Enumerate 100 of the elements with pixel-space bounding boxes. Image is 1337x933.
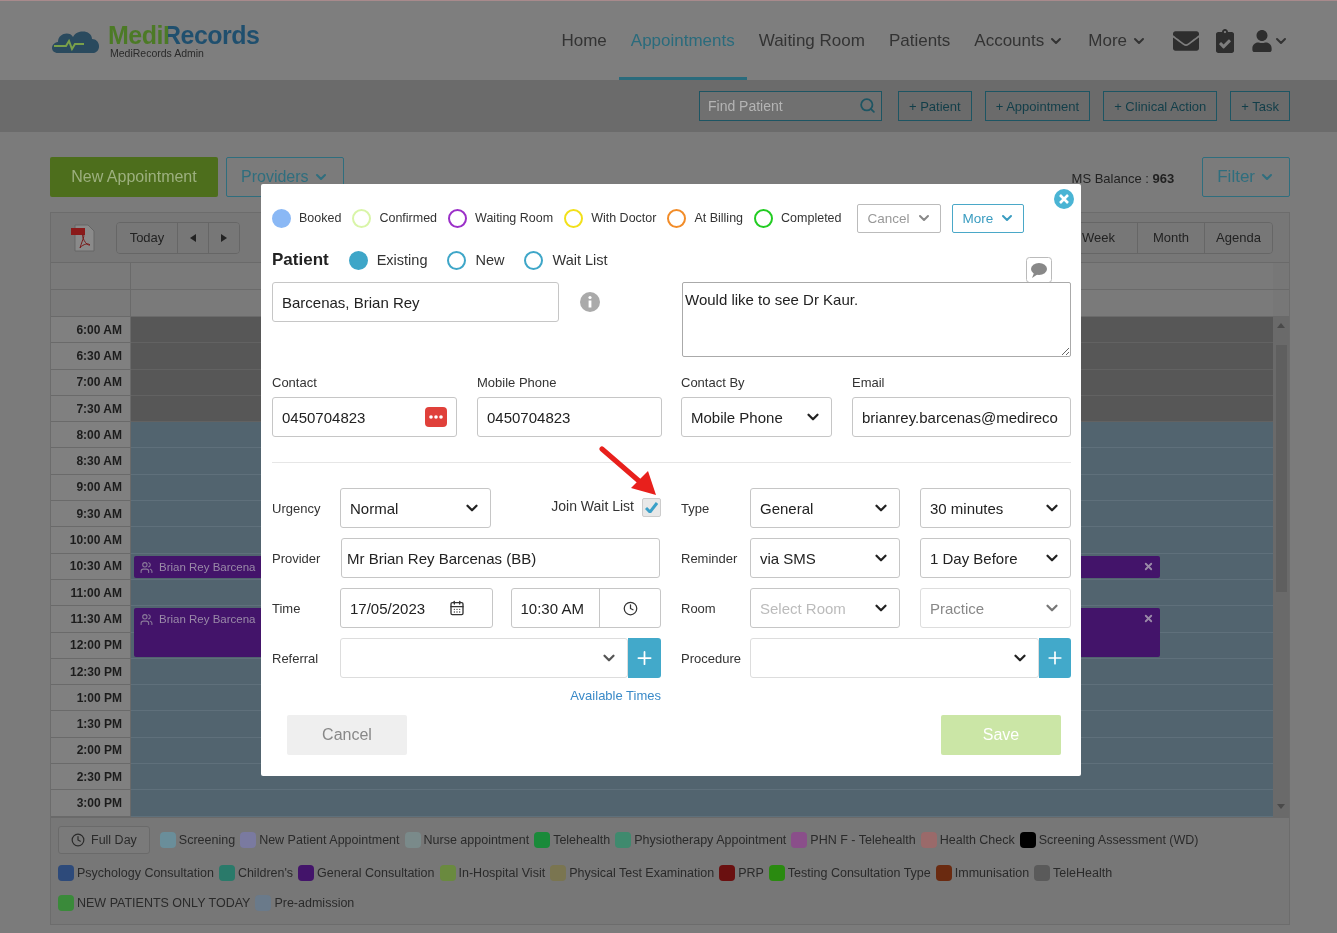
type-select[interactable]: General xyxy=(750,488,900,528)
close-icon[interactable] xyxy=(1143,613,1154,625)
user-icon[interactable] xyxy=(1251,29,1273,52)
appointment-title: Brian Rey Barcena xyxy=(159,613,256,626)
contact-field[interactable]: 0450704823 xyxy=(477,397,662,437)
nav-link[interactable]: Patients xyxy=(876,1,963,80)
status-label: With Doctor xyxy=(591,211,657,225)
legend-label: Health Check xyxy=(939,832,1015,847)
pointer-arrow xyxy=(599,446,657,496)
more-menu-button[interactable]: More xyxy=(951,203,1025,233)
field-label: Procedure xyxy=(681,650,742,666)
status-radio[interactable] xyxy=(667,208,687,228)
contact-phone-field[interactable]: 0450704823 xyxy=(272,397,457,437)
field-label: Contact By xyxy=(681,375,746,390)
time-field[interactable]: 10:30 AM xyxy=(510,588,661,628)
time-label: 9:00 AM xyxy=(51,474,131,502)
time-label: 7:00 AM xyxy=(51,369,131,396)
logo-subtitle: MediRecords Admin xyxy=(110,47,205,59)
cancel-button[interactable]: Cancel xyxy=(287,715,407,755)
search-icon[interactable] xyxy=(859,97,876,114)
people-icon xyxy=(140,560,153,574)
patient-type-radio[interactable] xyxy=(524,250,544,270)
legend-label: Children's xyxy=(237,865,294,880)
legend-label: PHN F - Telehealth xyxy=(810,832,916,847)
time-label: 8:30 AM xyxy=(51,448,131,475)
available-times-link[interactable]: Available Times xyxy=(570,688,661,703)
field-label: Referral xyxy=(272,650,320,666)
legend-label: Pre-admission xyxy=(274,895,355,910)
time-label: 10:00 AM xyxy=(51,527,131,554)
next-button[interactable] xyxy=(208,222,239,253)
pdf-icon[interactable] xyxy=(71,223,95,252)
clipboard-check-icon[interactable] xyxy=(1213,28,1237,53)
provider-field[interactable]: Mr Brian Rey Barcenas (BB) xyxy=(341,538,660,578)
patient-type-label: New xyxy=(475,252,505,268)
status-radio[interactable] xyxy=(448,208,468,228)
room-select[interactable]: Select Room xyxy=(750,588,900,628)
left-triangle-icon xyxy=(190,233,196,242)
legend-label: In-Hospital Visit xyxy=(458,865,546,880)
time-label: 8:00 AM xyxy=(51,422,131,449)
reminder-time-select[interactable]: 1 Day Before xyxy=(920,538,1071,578)
appointment-title: Brian Rey Barcena xyxy=(159,560,256,573)
time-label: 3:00 PM xyxy=(51,790,131,817)
nav-link[interactable]: Accounts xyxy=(962,1,1077,80)
patient-name-field[interactable]: Barcenas, Brian Rey xyxy=(272,282,559,322)
legend-label: Screening xyxy=(178,832,236,847)
nav-link[interactable]: Home xyxy=(549,1,619,80)
contact-by-select[interactable]: Mobile Phone xyxy=(681,397,832,437)
add-button[interactable]: + Task xyxy=(1230,91,1290,121)
time-label: 11:30 AM xyxy=(51,606,131,633)
status-label: Waiting Room xyxy=(475,211,554,225)
notes-field[interactable]: Would like to see Dr Kaur. xyxy=(682,282,1071,357)
down-triangle-icon[interactable] xyxy=(1277,803,1285,809)
time-label: 9:30 AM xyxy=(51,501,131,528)
legend-label: TeleHealth xyxy=(1053,865,1113,880)
add-button[interactable]: + Appointment xyxy=(984,91,1091,121)
nav-link[interactable]: Waiting Room xyxy=(746,1,877,80)
cancel-menu-button[interactable]: Cancel xyxy=(856,203,941,233)
wait-list-checkbox[interactable] xyxy=(642,497,661,517)
legend-label: PRP xyxy=(738,865,764,880)
patient-type-radio[interactable] xyxy=(348,250,368,270)
add-referral-button[interactable] xyxy=(628,638,661,678)
view-tab[interactable]: Agenda xyxy=(1204,222,1272,253)
search-field[interactable]: Find Patient xyxy=(699,91,882,121)
dots-icon[interactable] xyxy=(425,407,447,427)
time-label: 12:00 PM xyxy=(51,632,131,659)
scrollbar[interactable] xyxy=(1273,317,1289,817)
time-label: 7:30 AM xyxy=(51,395,131,423)
legend-label: NEW PATIENTS ONLY TODAY xyxy=(77,895,251,910)
field-label: Urgency xyxy=(272,500,322,516)
duration-select[interactable]: 30 minutes xyxy=(920,488,1071,528)
up-triangle-icon[interactable] xyxy=(1277,323,1285,328)
contact-field[interactable]: brianrey.barcenas@medireco xyxy=(852,397,1071,437)
add-procedure-button[interactable] xyxy=(1039,638,1071,678)
info-icon[interactable] xyxy=(580,292,600,312)
close-icon[interactable] xyxy=(1143,560,1154,572)
practice-select[interactable]: Practice xyxy=(920,588,1071,628)
full-day-button[interactable]: Full Day xyxy=(58,825,150,854)
field-label: Contact xyxy=(272,375,318,390)
nav-link[interactable]: More xyxy=(1076,1,1159,80)
calendar-icon[interactable] xyxy=(448,600,465,616)
patient-heading: Patient xyxy=(272,250,329,270)
check-icon xyxy=(645,501,658,513)
new-appointment-button[interactable]: New Appointment xyxy=(50,157,218,197)
close-icon[interactable] xyxy=(1054,189,1074,209)
patient-type-radio[interactable] xyxy=(447,250,467,270)
add-button[interactable]: + Clinical Action xyxy=(1103,91,1218,121)
legend-label: Telehealth xyxy=(553,832,611,847)
status-radio[interactable] xyxy=(272,208,291,228)
sms-icon[interactable] xyxy=(1026,257,1052,283)
time-label: 11:00 AM xyxy=(51,579,131,607)
clock-icon[interactable] xyxy=(622,600,638,616)
status-radio[interactable] xyxy=(754,208,774,228)
time-label: 10:30 AM xyxy=(51,553,131,580)
legend-label: Immunisation xyxy=(954,865,1030,880)
reminder-select[interactable]: via SMS xyxy=(750,538,900,578)
field-label: Join Wait List xyxy=(551,498,634,514)
date-field[interactable]: 17/05/2023 xyxy=(340,588,493,628)
urgency-select[interactable]: Normal xyxy=(340,488,491,528)
legend-label: Testing Consultation Type xyxy=(787,865,931,880)
add-button[interactable]: + Patient xyxy=(898,91,972,121)
